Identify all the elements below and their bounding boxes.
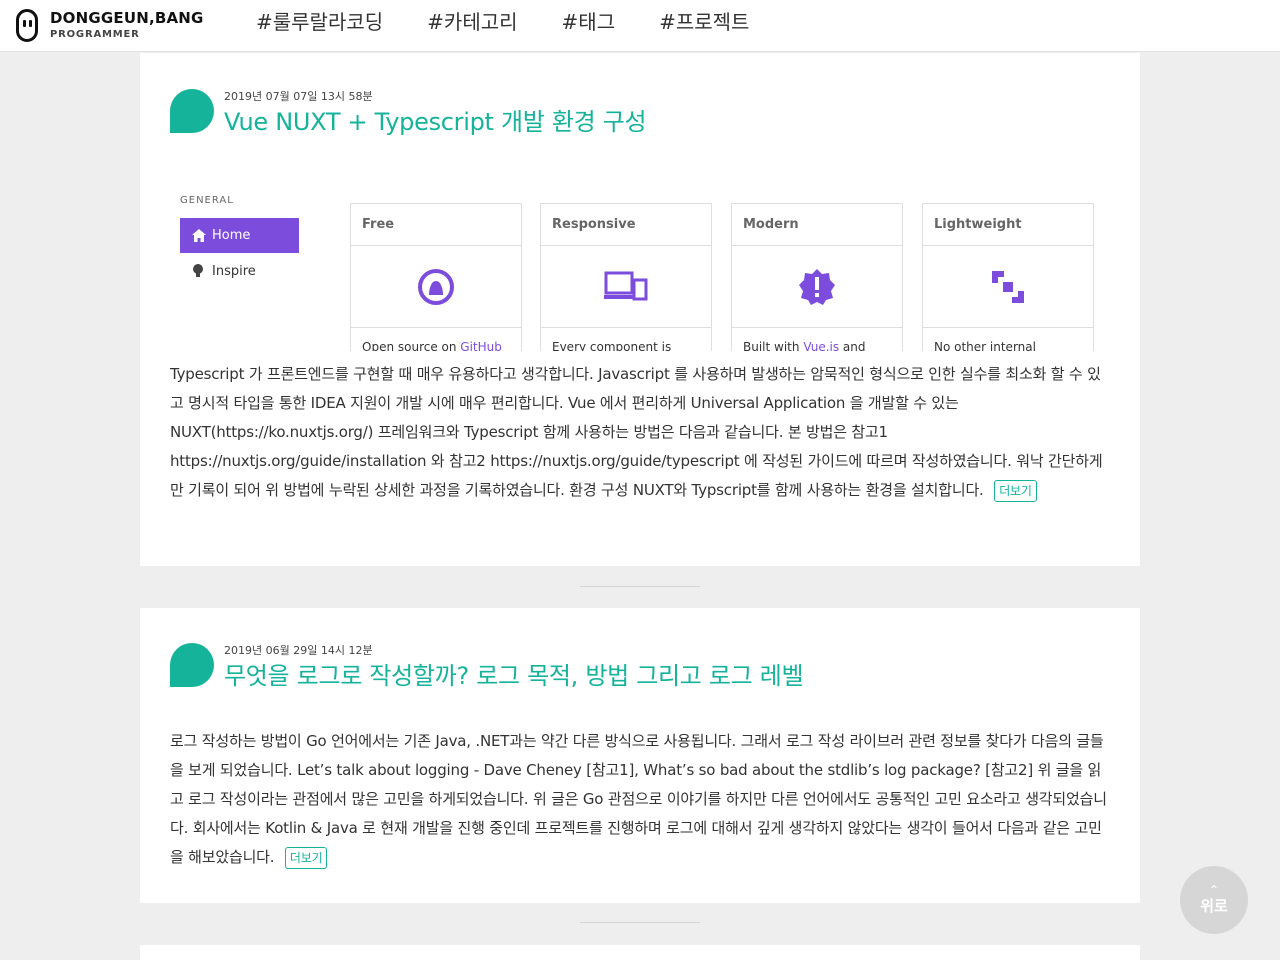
thumb-inspire-label: Inspire [212,263,256,279]
post-divider [580,922,700,923]
logo-role: PROGRAMMER [50,29,140,40]
card-title: Lightweight [923,204,1093,246]
read-more-button[interactable]: 더보기 [284,847,328,869]
card-text: Built with [743,340,804,351]
nav-home[interactable]: #룰루랄라코딩 [256,8,383,36]
thumb-card-modern: Modern Built with Vue.js and [731,203,903,351]
post-card: 2019년 07월 07일 13시 58분 Vue NUXT + Typescr… [140,53,1140,566]
home-icon [192,229,206,242]
card-title: Responsive [541,204,711,246]
main-nav: #룰루랄라코딩 #카테고리 #태그 #프로젝트 [256,8,793,36]
thumb-section-label: GENERAL [180,195,234,206]
card-text: Open source on [362,340,461,351]
nav-project[interactable]: #프로젝트 [659,8,749,36]
card-title: Free [351,204,521,246]
chevron-up-icon: ⌃ [1208,883,1220,897]
post-excerpt-text: 로그 작성하는 방법이 Go 언어에서는 기존 Java, .NET과는 약간 … [170,732,1107,866]
lightbulb-icon [193,264,203,277]
thumb-home-label: Home [212,228,251,243]
site-header: DONGGEUN,BANG PROGRAMMER #룰루랄라코딩 #카테고리 #… [0,0,1280,52]
post-excerpt-text: Typescript 가 프론트엔드를 구현할 때 매우 유용하다고 생각합니다… [170,365,1103,499]
nav-category[interactable]: #카테고리 [427,8,517,36]
resize-icon [992,270,1024,303]
post-excerpt: 로그 작성하는 방법이 Go 언어에서는 기존 Java, .NET과는 약간 … [170,727,1110,872]
thumb-card-responsive: Responsive Every component is [540,203,712,351]
read-more-button[interactable]: 더보기 [994,480,1037,502]
thumb-inspire-item: Inspire [192,263,256,279]
card-text: No other internal [934,340,1036,351]
post-divider [580,586,700,587]
post-card: 2019년 06월 29일 14시 12분 무엇을 로그로 작성할까? 로그 목… [140,608,1140,903]
post-bullet-icon [170,643,214,687]
card-link: Vue.js [803,340,840,351]
nav-tag[interactable]: #태그 [562,8,616,36]
card-text: Every component is [552,340,672,351]
logo-icon [16,9,38,42]
post-thumbnail[interactable]: GENERAL Home Inspire Free Open source on… [170,183,1110,351]
post-excerpt: Typescript 가 프론트엔드를 구현할 때 매우 유용하다고 생각합니다… [170,360,1110,505]
alert-badge-icon [799,268,835,305]
scroll-top-label: 위로 [1200,897,1228,915]
scroll-top-button[interactable]: ⌃ 위로 [1180,866,1248,934]
post-bullet-icon [170,89,214,133]
site-logo[interactable]: DONGGEUN,BANG PROGRAMMER [16,9,204,42]
card-text-tail: and [839,340,866,351]
github-icon [418,268,454,305]
card-link: GitHub [460,340,502,351]
post-card [140,945,1140,960]
thumb-card-free: Free Open source on GitHub [350,203,522,351]
card-title: Modern [732,204,902,246]
thumb-home-item: Home [180,218,299,253]
logo-name: DONGGEUN,BANG [50,9,204,27]
devices-icon [604,271,648,300]
post-title[interactable]: Vue NUXT + Typescript 개발 환경 구성 [224,102,647,137]
post-title[interactable]: 무엇을 로그로 작성할까? 로그 목적, 방법 그리고 로그 레벨 [224,656,804,691]
thumb-card-lightweight: Lightweight No other internal [922,203,1094,351]
